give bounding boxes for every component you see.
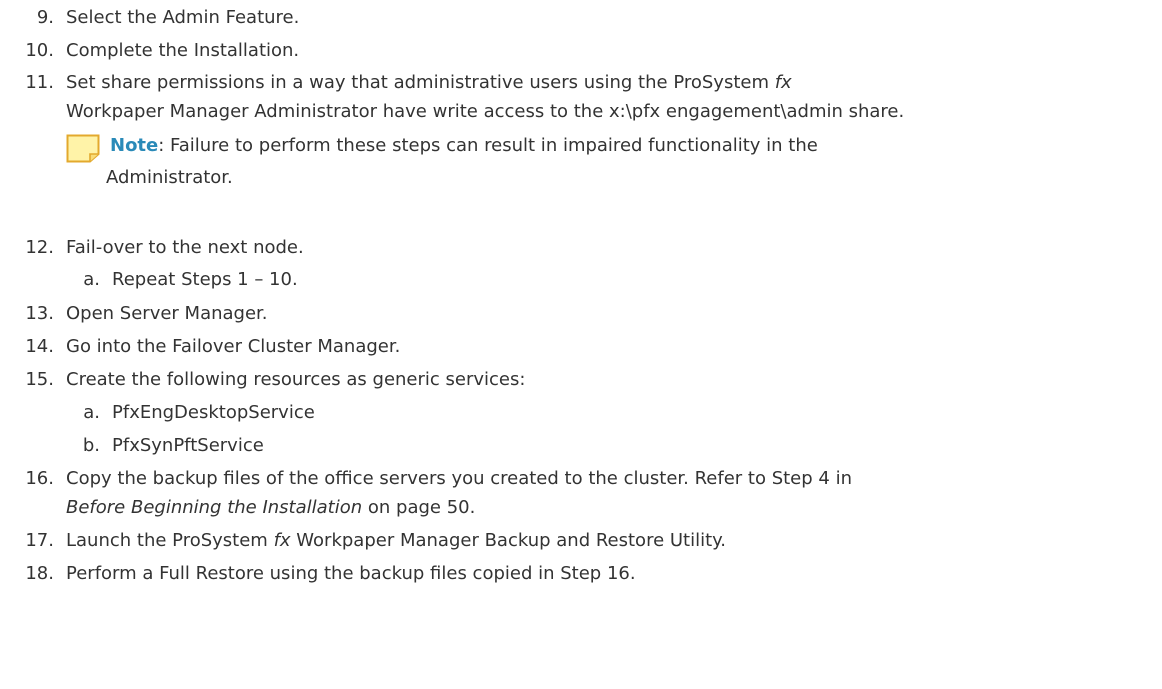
step-text: Fail-over to the next node. [66, 237, 304, 258]
step-text-segment: Launch the ProSystem [66, 530, 274, 551]
step-text: Complete the Installation. [66, 40, 300, 61]
substep-letter: b. [82, 435, 100, 456]
step-number: 13. [25, 303, 54, 324]
substep-text: PfxSynPftService [112, 435, 264, 456]
step-text-segment: on page 50. [362, 497, 476, 518]
step-text-line2: Workpaper Manager Administrator have wri… [66, 101, 905, 122]
step-text: Open Server Manager. [66, 303, 268, 324]
step-number: 10. [25, 40, 54, 61]
substep-text: PfxEngDesktopService [112, 402, 315, 423]
substep-text: Repeat Steps 1 – 10. [112, 269, 298, 290]
step-number: 9. [36, 7, 54, 28]
step-text: Perform a Full Restore using the backup … [66, 563, 636, 584]
step-text: Create the following resources as generi… [66, 369, 526, 390]
note-icon [66, 134, 100, 163]
product-emphasis: fx [774, 72, 792, 93]
step-text: Go into the Failover Cluster Manager. [66, 336, 401, 357]
step-text: Launch the ProSystem fx Workpaper Manage… [66, 529, 726, 553]
document-page: 9. Select the Admin Feature. 10. Complet… [0, 0, 1162, 689]
step-text-segment: Set share permissions in a way that admi… [66, 72, 775, 93]
step-text: Select the Admin Feature. [66, 7, 300, 28]
substep-letter: a. [83, 402, 100, 423]
step-text-segment: Workpaper Manager Backup and Restore Uti… [290, 530, 726, 551]
step-number: 15. [25, 369, 54, 390]
step-text-line1: Copy the backup files of the office serv… [66, 468, 852, 489]
step-number: 18. [25, 563, 54, 584]
step-number: 12. [25, 237, 54, 258]
product-emphasis: fx [273, 530, 291, 551]
substep-letter: a. [83, 269, 100, 290]
note-text-line2: Administrator. [106, 167, 233, 188]
step-text-line1: Set share permissions in a way that admi… [66, 71, 792, 95]
step-number: 17. [25, 530, 54, 551]
step-number: 14. [25, 336, 54, 357]
cross-reference-title: Before Beginning the Installation [66, 497, 363, 518]
note-body: : Failure to perform these steps can res… [158, 135, 818, 156]
note-text-line1: Note: Failure to perform these steps can… [110, 134, 818, 158]
note-label: Note [110, 135, 159, 156]
step-number: 16. [25, 468, 54, 489]
step-number: 11. [25, 72, 54, 93]
step-text-line2: Before Beginning the Installation on pag… [66, 496, 475, 520]
